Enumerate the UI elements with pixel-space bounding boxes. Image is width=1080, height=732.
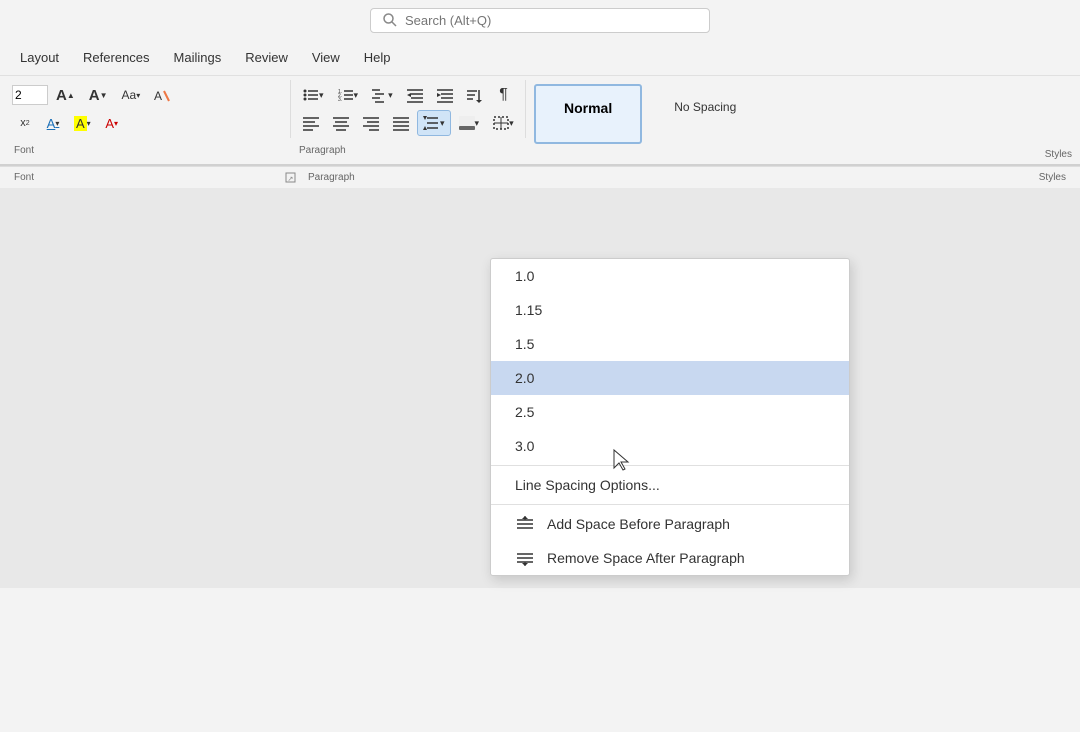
ribbon-labels-row: Font ↗ Paragraph Styles <box>0 166 1080 188</box>
align-left-icon <box>303 117 319 130</box>
font-size-increase-btn[interactable]: A▲ <box>50 82 81 108</box>
paragraph-group: ▾ 1. 2. 3. ▾ <box>291 80 526 138</box>
styles-label: Styles <box>1045 149 1072 160</box>
spacing-115-item[interactable]: 1.15 <box>491 293 849 327</box>
dropdown-divider <box>491 465 849 466</box>
align-center-btn[interactable] <box>327 110 355 136</box>
svg-text:A: A <box>154 89 162 103</box>
menu-help[interactable]: Help <box>354 46 401 69</box>
font-color2-btn[interactable]: A▾ <box>99 110 125 136</box>
line-spacing-dropdown: 1.0 1.15 1.5 2.0 2.5 3.0 Line Spacing Op… <box>490 258 850 576</box>
remove-space-after-icon <box>515 550 535 566</box>
no-spacing-style-btn[interactable]: No Spacing <box>646 84 764 144</box>
decrease-indent-icon <box>407 88 423 102</box>
shading-btn[interactable]: ▾ <box>453 110 486 136</box>
menu-view[interactable]: View <box>302 46 350 69</box>
decrease-indent-btn[interactable] <box>401 82 429 108</box>
font-row-1: A▲ A▼ Aa▾ A <box>12 82 176 108</box>
numbered-list-btn[interactable]: 1. 2. 3. ▾ <box>332 82 365 108</box>
styles-group: Normal No Spacing Styles <box>526 80 1074 148</box>
justify-btn[interactable] <box>387 110 415 136</box>
superscript-btn[interactable]: x2 <box>12 110 38 136</box>
pilcrow-btn[interactable]: ¶ <box>491 82 517 108</box>
font-label: Font <box>14 145 34 156</box>
font-case-btn[interactable]: Aa▾ <box>116 82 147 108</box>
borders-btn[interactable]: ▾ <box>487 110 520 136</box>
menu-review[interactable]: Review <box>235 46 298 69</box>
svg-text:↗: ↗ <box>288 176 294 183</box>
remove-space-after-item[interactable]: Remove Space After Paragraph <box>491 541 849 575</box>
font-size-decrease-btn[interactable]: A▼ <box>83 82 114 108</box>
font-size-input[interactable] <box>12 85 48 105</box>
search-box[interactable] <box>370 8 710 33</box>
line-spacing-icon <box>423 116 439 130</box>
bullet-list-icon <box>303 88 319 102</box>
font-group: A▲ A▼ Aa▾ A x2 A▾ A▾ A▾ Font <box>6 80 291 138</box>
highlight-btn[interactable]: A▾ <box>68 110 97 136</box>
dropdown-divider-2 <box>491 504 849 505</box>
menu-layout[interactable]: Layout <box>10 46 69 69</box>
increase-indent-btn[interactable] <box>431 82 459 108</box>
ribbon: A▲ A▼ Aa▾ A x2 A▾ A▾ A▾ Font <box>0 76 1080 166</box>
line-spacing-btn[interactable]: ▾ <box>417 110 451 136</box>
spacing-20-item[interactable]: 2.0 <box>491 361 849 395</box>
sort-btn[interactable] <box>461 82 489 108</box>
font-expand-icon[interactable]: ↗ <box>286 173 296 183</box>
spacing-25-item[interactable]: 2.5 <box>491 395 849 429</box>
spacing-30-item[interactable]: 3.0 <box>491 429 849 463</box>
menu-mailings[interactable]: Mailings <box>164 46 232 69</box>
add-space-before-item[interactable]: Add Space Before Paragraph <box>491 507 849 541</box>
search-input[interactable] <box>405 13 697 28</box>
bullet-list-btn[interactable]: ▾ <box>297 82 330 108</box>
para-row-2: ▾ ▾ ▾ <box>297 110 520 136</box>
font-color-btn[interactable]: A▾ <box>40 110 66 136</box>
shading-icon <box>459 116 475 130</box>
normal-style-btn[interactable]: Normal <box>534 84 642 144</box>
styles-section-label: Styles <box>500 172 1074 183</box>
clear-format-icon: A <box>154 87 170 103</box>
borders-icon <box>493 116 509 130</box>
align-center-icon <box>333 117 349 130</box>
numbered-list-icon: 1. 2. 3. <box>338 88 354 102</box>
menu-references[interactable]: References <box>73 46 159 69</box>
title-bar <box>0 0 1080 40</box>
paragraph-label: Paragraph <box>299 145 346 156</box>
clear-formatting-btn[interactable]: A <box>148 82 176 108</box>
font-row-2: x2 A▾ A▾ A▾ <box>12 110 125 136</box>
para-row-1: ▾ 1. 2. 3. ▾ <box>297 82 517 108</box>
paragraph-section-label: Paragraph <box>300 172 500 183</box>
add-space-before-icon <box>515 516 535 532</box>
align-right-btn[interactable] <box>357 110 385 136</box>
menu-bar: Layout References Mailings Review View H… <box>0 40 1080 76</box>
sort-icon <box>467 88 483 102</box>
font-section-label: Font <box>6 172 286 183</box>
justify-icon <box>393 117 409 130</box>
align-right-icon <box>363 117 379 130</box>
multilevel-list-btn[interactable]: ▾ <box>366 82 399 108</box>
spacing-1-item[interactable]: 1.0 <box>491 259 849 293</box>
search-icon <box>383 13 397 27</box>
spacing-15-item[interactable]: 1.5 <box>491 327 849 361</box>
increase-indent-icon <box>437 88 453 102</box>
multilevel-list-icon <box>372 88 388 102</box>
line-spacing-options-item[interactable]: Line Spacing Options... <box>491 468 849 502</box>
svg-text:3.: 3. <box>338 97 342 103</box>
align-left-btn[interactable] <box>297 110 325 136</box>
